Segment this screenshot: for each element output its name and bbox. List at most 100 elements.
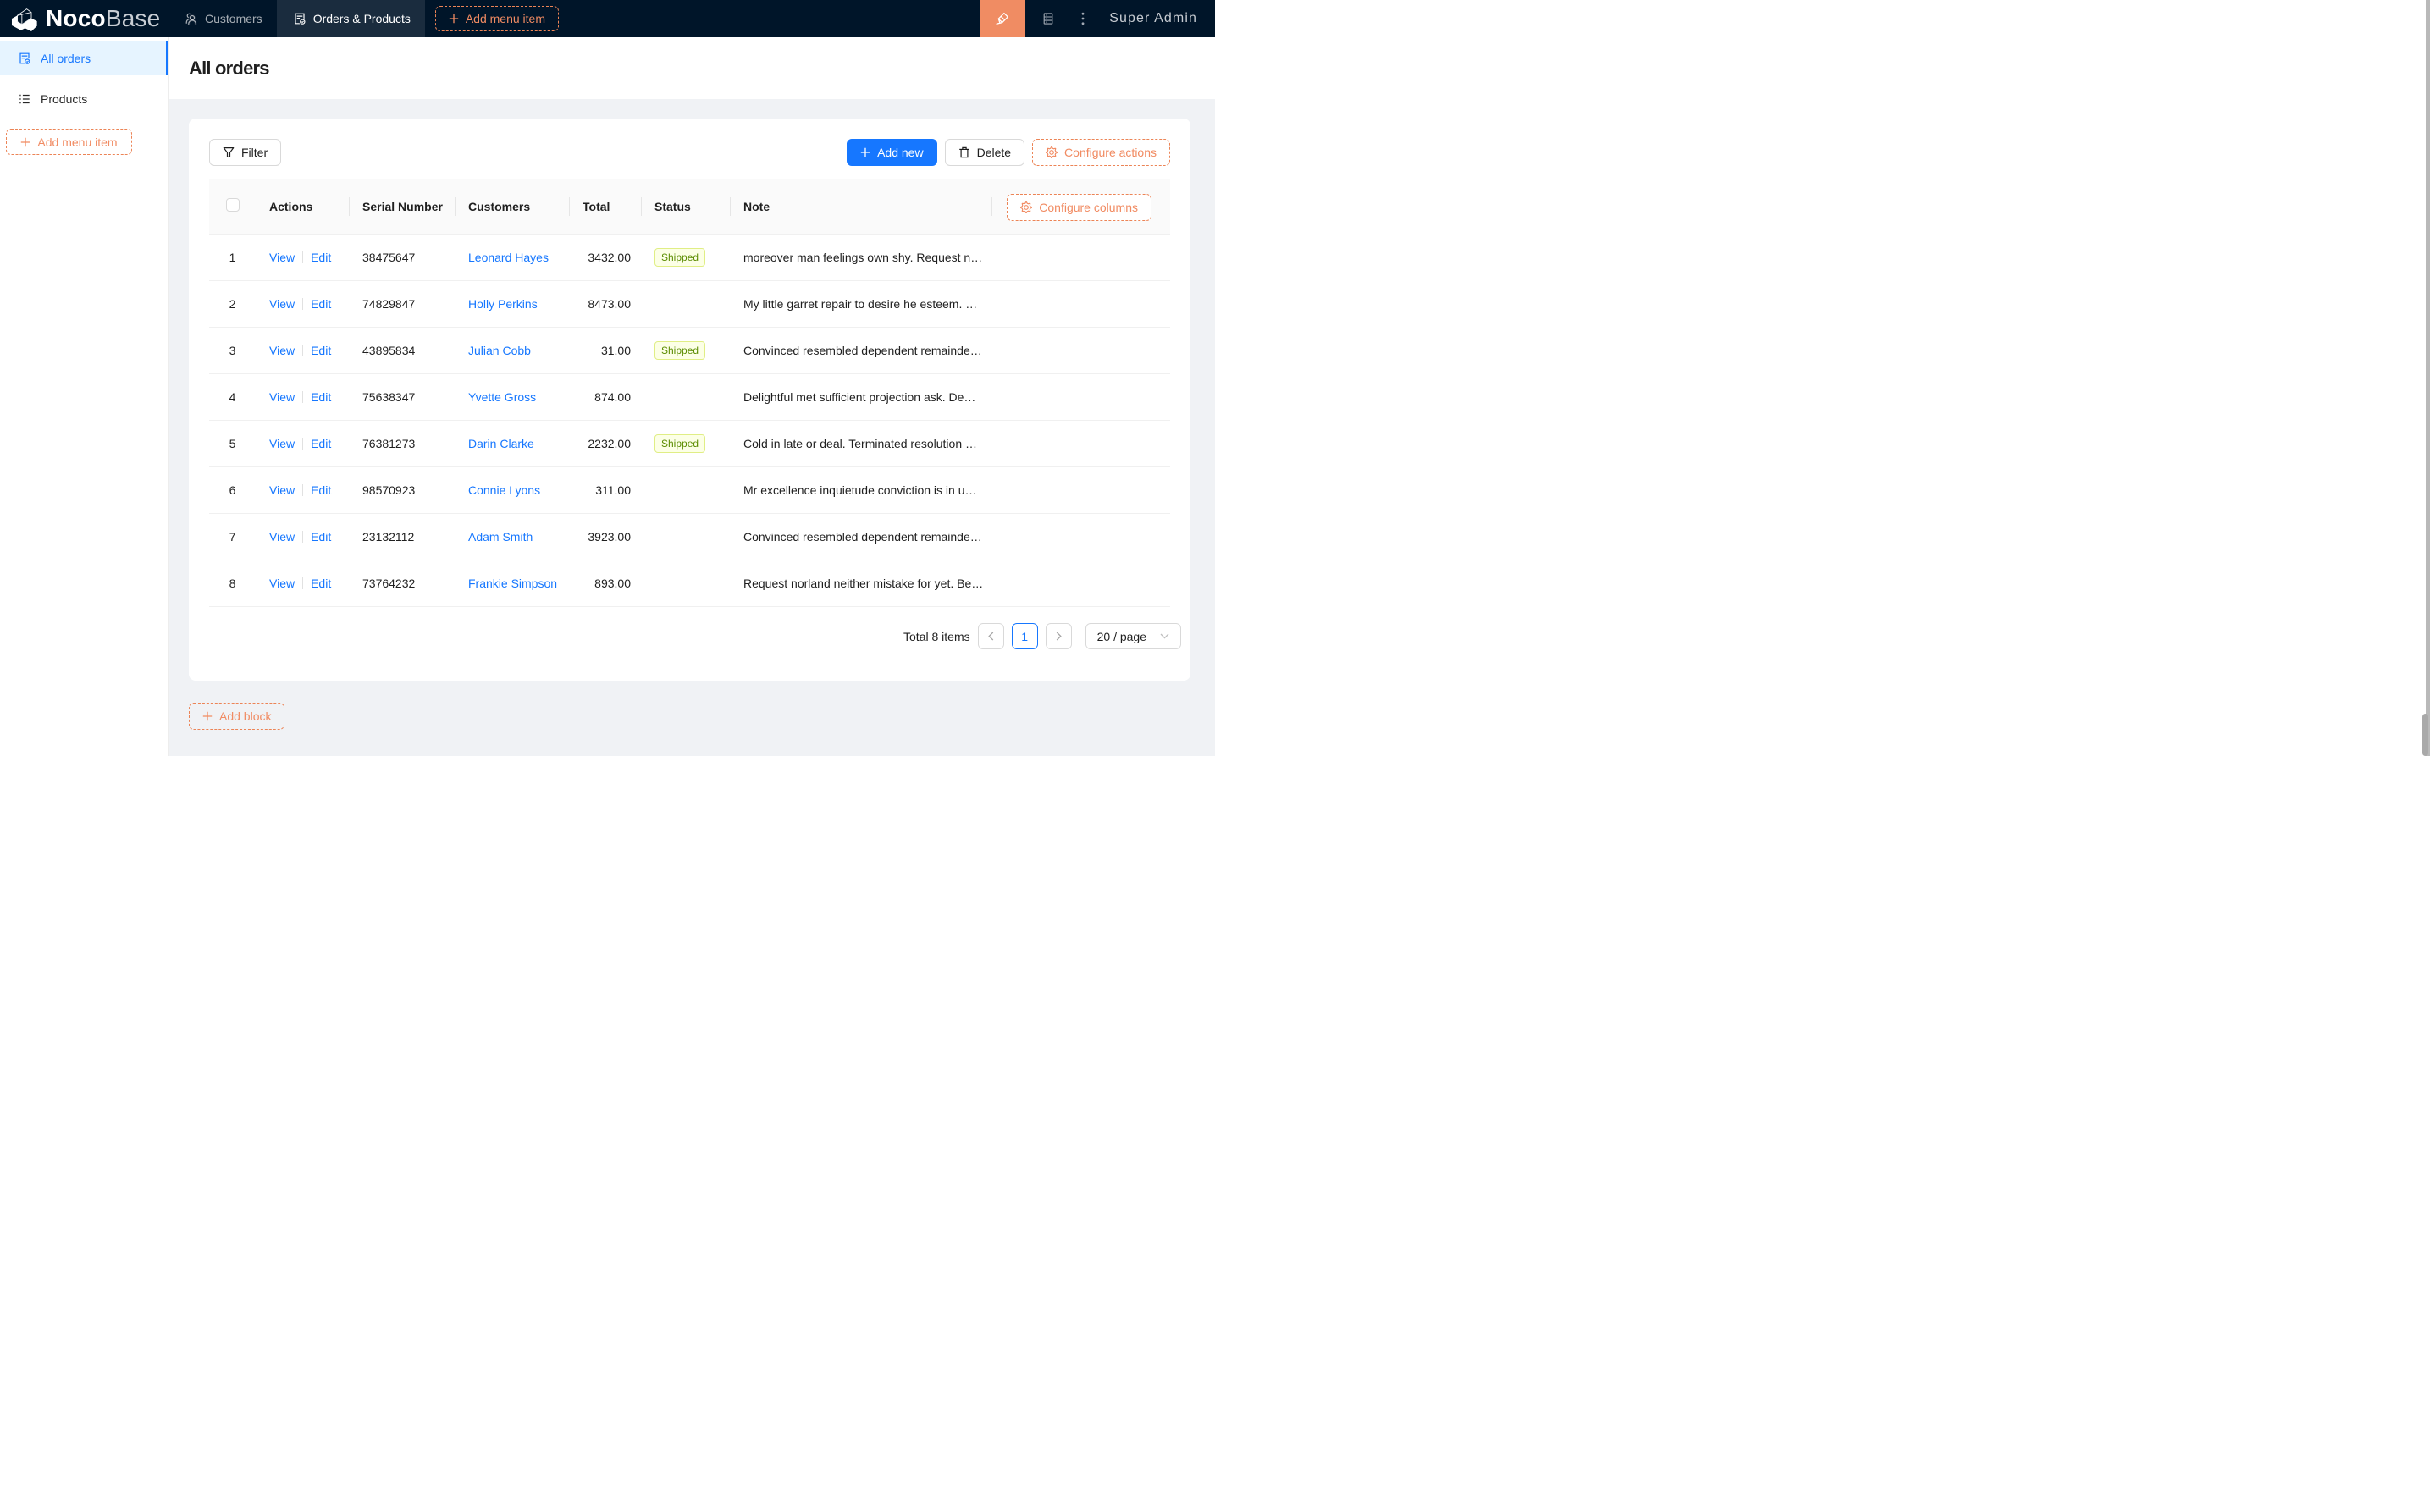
cell-customer: Leonard Hayes bbox=[455, 234, 569, 281]
pagination-page-1[interactable]: 1 bbox=[1011, 623, 1038, 649]
configure-columns-button[interactable]: Configure columns bbox=[1007, 194, 1151, 221]
cell-serial-number: 74829847 bbox=[349, 280, 455, 328]
edit-link[interactable]: Edit bbox=[311, 437, 331, 450]
row-index: 4 bbox=[209, 373, 256, 421]
column-header-actions: Actions bbox=[256, 179, 349, 235]
more-menu-button[interactable] bbox=[1067, 0, 1099, 37]
edit-link[interactable]: Edit bbox=[311, 251, 331, 264]
pagination-total: Total 8 items bbox=[903, 629, 970, 643]
edit-link[interactable]: Edit bbox=[311, 483, 331, 497]
chevron-down-icon bbox=[1160, 633, 1169, 639]
cell-note: Cold in late or deal. Terminated resolut… bbox=[730, 420, 991, 467]
cell-total: 2232.00 bbox=[569, 420, 641, 467]
sidebar-item-products[interactable]: Products bbox=[0, 81, 168, 116]
cell-customer: Yvette Gross bbox=[455, 373, 569, 421]
customer-link[interactable]: Connie Lyons bbox=[468, 483, 540, 497]
cell-empty bbox=[991, 373, 1170, 421]
cell-status bbox=[641, 373, 730, 421]
row-actions: View Edit bbox=[256, 373, 349, 421]
nocobase-logo[interactable]: NocoBase bbox=[0, 0, 168, 37]
cell-total: 893.00 bbox=[569, 560, 641, 607]
window-scrollbar[interactable] bbox=[2426, 0, 2430, 756]
add-menu-item-button-top[interactable]: Add menu item bbox=[434, 6, 560, 31]
action-divider bbox=[302, 297, 304, 310]
edit-link[interactable]: Edit bbox=[311, 297, 331, 311]
customer-link[interactable]: Frankie Simpson bbox=[468, 577, 557, 590]
row-index: 7 bbox=[209, 513, 256, 560]
cell-serial-number: 38475647 bbox=[349, 234, 455, 281]
team-icon bbox=[185, 13, 197, 25]
cell-customer: Frankie Simpson bbox=[455, 560, 569, 607]
cell-serial-number: 98570923 bbox=[349, 466, 455, 514]
row-index: 3 bbox=[209, 327, 256, 374]
table-header-row: Actions Serial Number Customers Total St… bbox=[209, 179, 1170, 235]
select-all-checkbox[interactable] bbox=[225, 198, 240, 212]
table-row: 7 View Edit 23132112 Adam Smith 3923.00 Convin… bbox=[209, 513, 1170, 560]
action-divider bbox=[302, 344, 304, 356]
customer-link[interactable]: Darin Clarke bbox=[468, 437, 534, 450]
pagination: Total 8 items 1 20 / page bbox=[209, 623, 1181, 650]
edit-link[interactable]: Edit bbox=[311, 577, 331, 590]
view-link[interactable]: View bbox=[269, 577, 295, 590]
pagination-next-button[interactable] bbox=[1045, 623, 1072, 649]
table-block-card: Filter Add new Delete Configure actions … bbox=[189, 119, 1190, 681]
delete-button[interactable]: Delete bbox=[944, 139, 1025, 166]
file-done-icon bbox=[19, 52, 30, 64]
cell-note: Mr excellence inquietude conviction is i… bbox=[730, 466, 991, 514]
cell-status bbox=[641, 513, 730, 560]
edit-link[interactable]: Edit bbox=[311, 530, 331, 544]
view-link[interactable]: View bbox=[269, 530, 295, 544]
customer-link[interactable]: Adam Smith bbox=[468, 530, 533, 544]
cell-serial-number: 76381273 bbox=[349, 420, 455, 467]
cell-note: Request norland neither mistake for yet.… bbox=[730, 560, 991, 607]
page-size-select[interactable]: 20 / page bbox=[1085, 623, 1181, 649]
row-actions: View Edit bbox=[256, 280, 349, 328]
cell-status: Shipped bbox=[641, 327, 730, 374]
add-menu-item-button-sidebar[interactable]: Add menu item bbox=[6, 129, 132, 155]
top-menu-item-label: Orders & Products bbox=[312, 12, 411, 25]
cell-customer: Connie Lyons bbox=[455, 466, 569, 514]
column-header-total: Total bbox=[569, 179, 641, 235]
add-new-button[interactable]: Add new bbox=[847, 139, 937, 166]
content-scrollbar-thumb[interactable] bbox=[2422, 714, 2428, 756]
view-link[interactable]: View bbox=[269, 437, 295, 450]
view-link[interactable]: View bbox=[269, 483, 295, 497]
view-link[interactable]: View bbox=[269, 344, 295, 357]
chevron-right-icon bbox=[1056, 632, 1062, 641]
cell-customer: Holly Perkins bbox=[455, 280, 569, 328]
edit-link[interactable]: Edit bbox=[311, 344, 331, 357]
table-row: 5 View Edit 76381273 Darin Clarke 2232.00 Ship… bbox=[209, 420, 1170, 467]
action-divider bbox=[302, 390, 304, 403]
edit-link[interactable]: Edit bbox=[311, 390, 331, 404]
customer-link[interactable]: Leonard Hayes bbox=[468, 251, 549, 264]
action-divider bbox=[302, 483, 304, 496]
ui-editor-button[interactable] bbox=[980, 0, 1026, 37]
action-divider bbox=[302, 251, 304, 263]
database-icon-button[interactable] bbox=[1030, 0, 1067, 37]
top-menu: Customers Orders & Products bbox=[168, 0, 425, 37]
view-link[interactable]: View bbox=[269, 251, 295, 264]
customer-link[interactable]: Holly Perkins bbox=[468, 297, 538, 311]
cell-empty bbox=[991, 560, 1170, 607]
configure-actions-button[interactable]: Configure actions bbox=[1032, 139, 1170, 166]
customer-link[interactable]: Julian Cobb bbox=[468, 344, 531, 357]
plus-icon bbox=[449, 14, 459, 24]
cell-note: Delightful met sufficient projection ask… bbox=[730, 373, 991, 421]
chevron-left-icon bbox=[987, 632, 993, 641]
customer-link[interactable]: Yvette Gross bbox=[468, 390, 536, 404]
top-menu-item-orders-products[interactable]: Orders & Products bbox=[276, 0, 425, 37]
add-block-button[interactable]: Add block bbox=[189, 703, 285, 730]
column-header-status: Status bbox=[641, 179, 730, 235]
filter-button[interactable]: Filter bbox=[209, 139, 282, 166]
view-link[interactable]: View bbox=[269, 297, 295, 311]
sidebar-item-all-orders[interactable]: All orders bbox=[0, 41, 168, 75]
view-link[interactable]: View bbox=[269, 390, 295, 404]
top-menu-item-customers[interactable]: Customers bbox=[168, 0, 277, 37]
filter-icon bbox=[223, 147, 235, 157]
row-actions: View Edit bbox=[256, 234, 349, 281]
cell-total: 3432.00 bbox=[569, 234, 641, 281]
user-menu[interactable]: Super Admin bbox=[1099, 0, 1215, 37]
row-actions: View Edit bbox=[256, 466, 349, 514]
pagination-prev-button[interactable] bbox=[977, 623, 1004, 649]
action-divider bbox=[302, 530, 304, 543]
